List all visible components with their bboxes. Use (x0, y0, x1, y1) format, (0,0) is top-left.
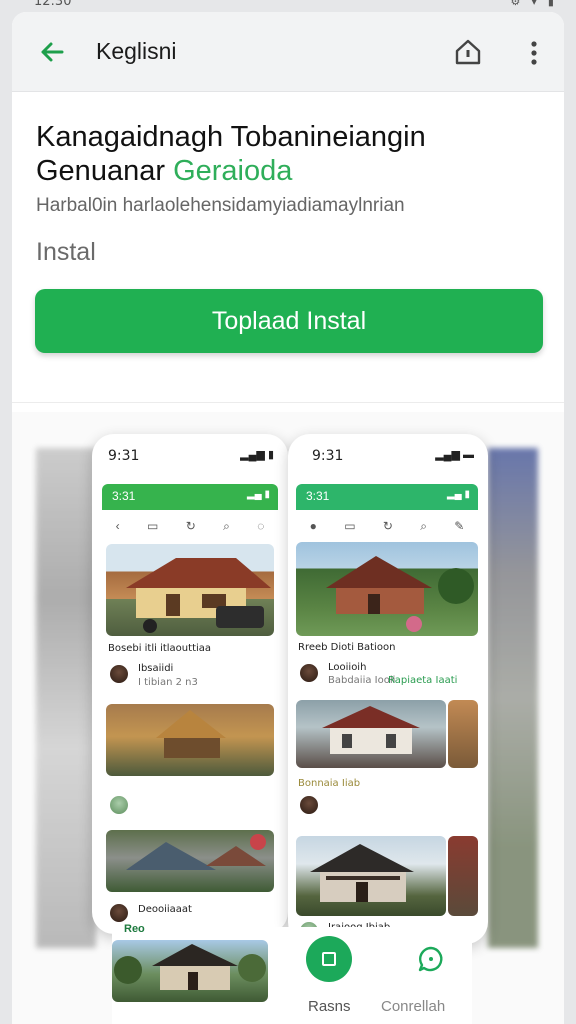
phone1-green-bar: 3:31 ▂▄ ▮ (102, 484, 278, 510)
phone1-caption: Bosebi itli itlaouttiaa (108, 643, 212, 654)
chat-bubble-icon[interactable] (417, 945, 445, 973)
phone1-house-image-2 (106, 704, 274, 776)
phone2-side-image-2 (448, 836, 478, 916)
phone2-bar-icons: ▂▄ ▮ (446, 489, 470, 500)
status-icons: ⚙ ▾ ▮ (510, 0, 558, 8)
phone2-share-icon[interactable]: ↻ (383, 519, 393, 533)
phone2-meta-2: Bonnaia Iiab (298, 778, 361, 789)
phone2-profile-icon[interactable]: ● (310, 519, 317, 533)
bottom-nav: Reo Rasns Conrellah (112, 923, 472, 1024)
phone1-share-icon[interactable]: ↻ (186, 519, 196, 533)
phone1-avatar-3 (108, 902, 130, 924)
blurred-screenshot-left (36, 448, 96, 948)
blurred-screenshot-right (488, 448, 538, 948)
phone1-toolbar: ‹ ▭ ↻ ⌕ ◌ (102, 512, 278, 540)
phone2-avatar-2 (298, 794, 320, 816)
app-name-line2-green: Geraioda (173, 155, 293, 187)
phone1-bar-icons: ▂▄ ▮ (246, 489, 270, 500)
phone1-back-icon[interactable]: ‹ (116, 519, 120, 533)
phone1-user-1: Ibsaiidi (138, 663, 174, 674)
phone1-avatar-1 (108, 663, 130, 685)
more-vertical-icon[interactable] (522, 38, 546, 68)
phone2-user-1: Looiioih (328, 662, 367, 673)
app-bar: Keglisni (12, 12, 564, 92)
phone2-edit-icon[interactable]: ✎ (454, 519, 464, 533)
status-bar: 12:30 ⚙ ▾ ▮ (0, 0, 576, 12)
phone1-house-image-3 (106, 830, 274, 892)
phone1-avatar-2 (108, 794, 130, 816)
phone2-green-link[interactable]: Rapiaeta Iaati (388, 675, 457, 686)
phone2-caption: Rreeb Dioti Batioon (298, 642, 396, 653)
divider (12, 402, 564, 403)
phone2-toolbar: ● ▭ ↻ ⌕ ✎ (296, 512, 478, 540)
phone2-meta-1: Babdaiia Iooli (328, 675, 396, 686)
phone2-avatar-1 (298, 662, 320, 684)
phone2-house-image-1 (296, 542, 478, 636)
phone1-bar-time: 3:31 (112, 489, 136, 503)
app-page: Keglisni Kanagaidnagh Tobanineiangin Gen… (12, 12, 564, 1024)
phone1-status-time: 9:31 (108, 448, 140, 464)
install-button[interactable]: Toplaad Instal (35, 289, 543, 353)
phone1-search-icon[interactable]: ⌕ (223, 519, 230, 534)
phone2-status-time: 9:31 (312, 448, 344, 464)
phone2-side-image (448, 700, 478, 768)
phone2-menu-icon[interactable]: ▭ (344, 519, 355, 533)
app-name-line2-dark: Genuanar (36, 155, 165, 187)
bottom-card-label: Reo (124, 923, 145, 935)
home-icon[interactable] (452, 36, 484, 68)
bottom-house-thumbnail[interactable] (112, 940, 268, 1002)
screenshot-phone-1[interactable]: 9:31 ▂▄▆ ▮ 3:31 ▂▄ ▮ ‹ ▭ ↻ ⌕ ◌ Bosebi it… (92, 434, 288, 934)
phone1-menu-icon[interactable]: ▭ (147, 519, 158, 533)
screenshot-phone-2[interactable]: 9:31 ▂▄▆ ▬ 3:31 ▂▄ ▮ ● ▭ ↻ ⌕ ✎ Rreeb Dio… (288, 434, 488, 944)
phone1-house-image-1 (106, 544, 274, 636)
phone1-user-2: Deooiiaaat (138, 904, 192, 915)
phone2-green-bar: 3:31 ▂▄ ▮ (296, 484, 478, 510)
conrellah-label[interactable]: Conrellah (381, 998, 445, 1015)
app-name-line1: Kanagaidnagh Tobanineiangin (36, 121, 426, 153)
rasns-button[interactable] (306, 936, 352, 982)
app-name-line2: Genuanar Geraioda (36, 154, 426, 188)
instal-label: Instal (36, 238, 96, 266)
app-name: Kanagaidnagh Tobanineiangin Genuanar Ger… (36, 120, 426, 188)
rasns-label[interactable]: Rasns (308, 998, 351, 1015)
phone1-meta-1: I tibian 2 n3 (138, 677, 198, 688)
back-arrow-icon[interactable] (36, 36, 68, 68)
phone2-bar-time: 3:31 (306, 489, 330, 503)
app-bar-title: Keglisni (96, 38, 177, 64)
phone2-house-image-3 (296, 836, 446, 916)
phone2-search-icon[interactable]: ⌕ (420, 519, 427, 534)
phone2-house-image-2 (296, 700, 446, 768)
phone2-signal-icon: ▂▄▆ ▬ (435, 449, 474, 461)
app-subtitle: Harbal0in harlaolehensidamyiadiamaylnria… (36, 195, 405, 216)
status-time: 12:30 (34, 0, 72, 9)
square-icon (322, 952, 336, 966)
phone1-chat-icon[interactable]: ◌ (257, 519, 264, 533)
phone1-signal-icon: ▂▄▆ ▮ (240, 449, 274, 461)
